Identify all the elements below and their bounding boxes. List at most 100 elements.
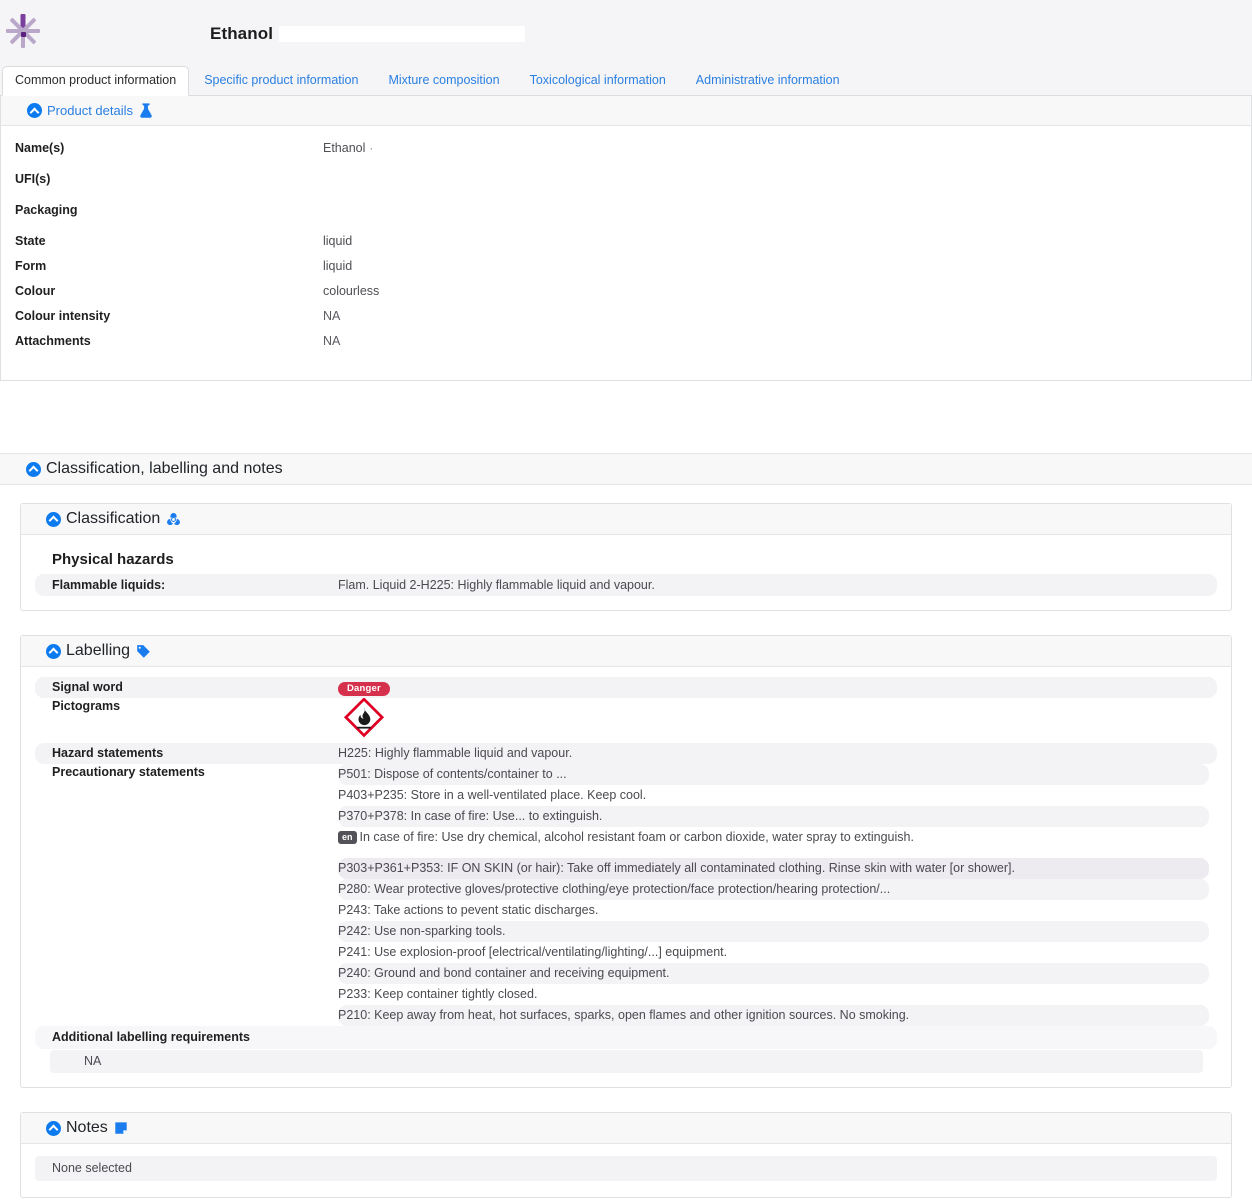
redacted-title-bar <box>279 26 525 42</box>
detail-key: Packaging <box>1 202 323 219</box>
product-details-panel: Product details Name(s) Ethanol · UFI(s) … <box>0 96 1252 381</box>
product-title-text: Ethanol <box>210 24 273 44</box>
notes-card-header[interactable]: Notes <box>21 1113 1231 1144</box>
physical-hazards-subtitle: Physical hazards <box>52 551 1217 568</box>
notes-card-body: None selected <box>21 1144 1231 1197</box>
tag-icon <box>136 644 151 659</box>
detail-row-names: Name(s) Ethanol · <box>1 140 1251 165</box>
classification-card-title: Classification <box>66 510 160 528</box>
list-item: P501: Dispose of contents/container to .… <box>338 764 1209 785</box>
tab-mixture-composition[interactable]: Mixture composition <box>373 67 514 95</box>
detail-row-attachments: Attachments NA <box>1 333 1251 358</box>
list-item: P233: Keep container tightly closed. <box>338 984 1209 1005</box>
detail-value: Ethanol · <box>323 140 373 157</box>
product-details-title: Product details <box>47 103 133 118</box>
list-item: P403+P235: Store in a well-ventilated pl… <box>338 785 1209 806</box>
list-item: P243: Take actions to pevent static disc… <box>338 900 1209 921</box>
language-badge: en <box>338 831 357 844</box>
detail-row-state: State liquid <box>1 233 1251 258</box>
note-icon <box>114 1121 128 1135</box>
flask-icon <box>139 103 153 119</box>
labelling-card-body: Signal word Danger Pictograms <box>21 667 1231 1087</box>
list-item: P303+P361+P353: IF ON SKIN (or hair): Ta… <box>338 858 1209 879</box>
pictograms-value <box>338 698 1217 743</box>
hazard-statements-label: Hazard statements <box>35 745 338 762</box>
product-details-header[interactable]: Product details <box>1 96 1251 126</box>
classification-row-key: Flammable liquids: <box>35 577 338 593</box>
detail-key: Name(s) <box>1 140 323 157</box>
collapse-caret-icon[interactable] <box>46 512 61 527</box>
detail-key: Colour intensity <box>1 308 323 325</box>
precautionary-statement-text: P280: Wear protective gloves/protective … <box>338 882 890 896</box>
classification-section-body: Classification Physical hazards Flammabl… <box>0 485 1252 1198</box>
precautionary-statement-text: In case of fire: Use dry chemical, alcoh… <box>360 830 914 844</box>
labelling-card-title: Labelling <box>66 642 130 660</box>
list-item: P241: Use explosion-proof [electrical/ve… <box>338 942 1209 963</box>
collapse-caret-icon[interactable] <box>46 1121 61 1136</box>
notes-card-title: Notes <box>66 1119 108 1137</box>
status-badge-danger: Danger <box>338 682 390 696</box>
list-item-translation: enIn case of fire: Use dry chemical, alc… <box>338 827 1209 848</box>
detail-value: liquid <box>323 258 352 275</box>
ghs02-flame-pictogram <box>344 727 384 741</box>
classification-card-body: Physical hazards Flammable liquids: Flam… <box>21 535 1231 610</box>
detail-key: State <box>1 233 323 250</box>
list-item: P280: Wear protective gloves/protective … <box>338 879 1209 900</box>
precautionary-statement-text: P233: Keep container tightly closed. <box>338 987 537 1001</box>
precautionary-statement-text: P403+P235: Store in a well-ventilated pl… <box>338 788 646 802</box>
pictograms-row: Pictograms <box>35 698 1217 743</box>
classification-section: Classification, labelling and notes Clas… <box>0 453 1252 1198</box>
detail-key: Attachments <box>1 333 323 350</box>
list-spacer <box>338 848 1209 858</box>
biohazard-icon <box>166 512 181 527</box>
hazard-statement-item: H225: Highly flammable liquid and vapour… <box>338 745 1217 762</box>
collapse-caret-icon[interactable] <box>26 462 41 477</box>
page-title: Ethanol <box>210 24 525 44</box>
detail-value-suffix: · <box>369 141 373 155</box>
collapse-caret-icon[interactable] <box>46 644 61 659</box>
precautionary-statement-text: P303+P361+P353: IF ON SKIN (or hair): Ta… <box>338 861 1015 875</box>
list-item: P242: Use non-sparking tools. <box>338 921 1209 942</box>
precautionary-statements-list: P501: Dispose of contents/container to .… <box>338 764 1217 1026</box>
app-header: Ethanol <box>0 0 1252 68</box>
precautionary-statements-label: Precautionary statements <box>35 764 338 781</box>
signal-word-row: Signal word Danger <box>35 677 1217 698</box>
detail-value: NA <box>323 333 340 350</box>
classification-card: Classification Physical hazards Flammabl… <box>20 503 1232 611</box>
classification-section-header[interactable]: Classification, labelling and notes <box>0 453 1252 485</box>
detail-value-text: Ethanol <box>323 141 365 155</box>
additional-labelling-value: NA <box>50 1050 1203 1073</box>
tab-administrative-information[interactable]: Administrative information <box>681 67 855 95</box>
precautionary-statement-text: P370+P378: In case of fire: Use... to ex… <box>338 809 602 823</box>
tab-common-product-information[interactable]: Common product information <box>2 66 189 96</box>
collapse-caret-icon[interactable] <box>27 103 42 118</box>
hazard-statements-row: Hazard statements H225: Highly flammable… <box>35 743 1217 764</box>
precautionary-statement-text: P501: Dispose of contents/container to .… <box>338 767 567 781</box>
tab-toxicological-information[interactable]: Toxicological information <box>515 67 681 95</box>
signal-word-label: Signal word <box>35 679 338 696</box>
list-item: P370+P378: In case of fire: Use... to ex… <box>338 806 1209 827</box>
detail-key: Form <box>1 258 323 275</box>
precautionary-statement-text: P242: Use non-sparking tools. <box>338 924 505 938</box>
detail-key: Colour <box>1 283 323 300</box>
labelling-card-header[interactable]: Labelling <box>21 636 1231 667</box>
precautionary-statements-row: Precautionary statements P501: Dispose o… <box>35 764 1217 1026</box>
detail-row-ufis: UFI(s) <box>1 171 1251 196</box>
classification-row: Flammable liquids: Flam. Liquid 2-H225: … <box>35 574 1217 596</box>
labelling-card: Labelling Signal word Danger <box>20 635 1232 1088</box>
classification-card-header[interactable]: Classification <box>21 504 1231 535</box>
notes-value: None selected <box>35 1156 1217 1181</box>
detail-value: colourless <box>323 283 379 300</box>
detail-value: NA <box>323 308 340 325</box>
precautionary-statement-text: P241: Use explosion-proof [electrical/ve… <box>338 945 727 959</box>
signal-word-value-wrap: Danger <box>338 679 1217 696</box>
pictograms-label: Pictograms <box>35 698 338 715</box>
product-details-body: Name(s) Ethanol · UFI(s) Packaging State … <box>1 126 1251 380</box>
list-item: P210: Keep away from heat, hot surfaces,… <box>338 1005 1209 1026</box>
detail-row-packaging: Packaging <box>1 202 1251 227</box>
detail-key: UFI(s) <box>1 171 323 188</box>
tab-specific-product-information[interactable]: Specific product information <box>189 67 373 95</box>
detail-row-form: Form liquid <box>1 258 1251 283</box>
detail-value: liquid <box>323 233 352 250</box>
classification-section-title: Classification, labelling and notes <box>46 460 283 478</box>
